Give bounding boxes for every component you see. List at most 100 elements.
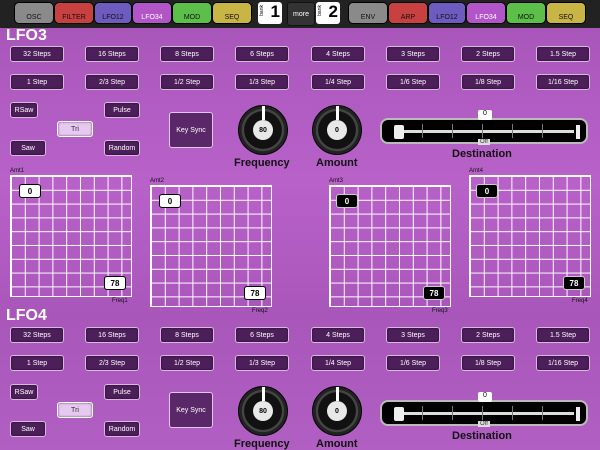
lfo3-wave-rsaw-button[interactable]: RSaw: [10, 102, 38, 118]
xy-pad-2[interactable]: 0 78: [150, 185, 272, 307]
xy-pad-4[interactable]: 0 78: [469, 175, 591, 297]
lfo3-wave-random-button[interactable]: Random: [104, 140, 140, 156]
lfo3-wave-pulse-button[interactable]: Pulse: [104, 102, 140, 118]
button-label: 1/4 Step: [324, 78, 352, 86]
slider-off-label: Off: [478, 139, 490, 145]
lfo3-step-button[interactable]: 2 Steps: [461, 46, 515, 62]
lfo4-step-button[interactable]: 1/6 Step: [386, 355, 440, 371]
lfo3-step-button[interactable]: 4 Steps: [311, 46, 365, 62]
lfo3-step-button[interactable]: 2/3 Step: [85, 74, 139, 90]
lfo3-step-button[interactable]: 1/6 Step: [386, 74, 440, 90]
button-label: 1 Step: [26, 359, 48, 367]
lfo3-frequency-knob[interactable]: 80: [238, 105, 288, 155]
lfo3-wave-saw-button[interactable]: Saw: [10, 140, 46, 156]
lfo4-wave-saw-button[interactable]: Saw: [10, 421, 46, 437]
lfo4-wave-pulse-button[interactable]: Pulse: [104, 384, 140, 400]
lfo3-step-button[interactable]: 1/8 Step: [461, 74, 515, 90]
lfo4-step-button[interactable]: 1.5 Step: [536, 327, 590, 343]
lfo3-step-button[interactable]: 1.5 Step: [536, 46, 590, 62]
lfo4-step-button[interactable]: 4 Steps: [311, 327, 365, 343]
lfo3-frequency-label: Frequency: [234, 157, 290, 169]
slider-thumb[interactable]: [394, 125, 404, 139]
lfo4-destination-slider[interactable]: 0 Off: [380, 392, 588, 427]
tab-label: MOD: [517, 14, 535, 21]
lfo3-step-button[interactable]: 32 Steps: [10, 46, 64, 62]
tab-osc[interactable]: OSC: [14, 2, 54, 24]
button-label: 1/8 Step: [474, 78, 502, 86]
lfo4-step-button[interactable]: 1/16 Step: [536, 355, 590, 371]
slider-track: [394, 130, 574, 133]
lfo4-step-button[interactable]: 1/2 Step: [160, 355, 214, 371]
lfo3-step-button[interactable]: 1 Step: [10, 74, 64, 90]
lfo3-amount-knob[interactable]: 0: [312, 105, 362, 155]
xy-pad-3[interactable]: 0 78: [329, 185, 451, 307]
lfo4-step-button[interactable]: 1 Step: [10, 355, 64, 371]
button-label: 16 Steps: [98, 50, 126, 58]
tab-label: ENV: [360, 14, 376, 21]
lfo3-wave-tri-button[interactable]: Tri: [57, 121, 93, 137]
lfo3-key-sync-button[interactable]: Key Sync: [169, 112, 213, 148]
lfo4-step-button[interactable]: 32 Steps: [10, 327, 64, 343]
lfo3-step-button[interactable]: 1/4 Step: [311, 74, 365, 90]
lfo3-step-button[interactable]: 1/3 Step: [235, 74, 289, 90]
lfo3-step-button[interactable]: 3 Steps: [386, 46, 440, 62]
tab-seq-right[interactable]: SEQ: [546, 2, 586, 24]
lfo4-frequency-label: Frequency: [234, 438, 290, 450]
tab-mod-right[interactable]: MOD: [506, 2, 546, 24]
lfo4-step-button[interactable]: 2 Steps: [461, 327, 515, 343]
tab-label: ARP: [400, 14, 416, 21]
button-label: Key Sync: [176, 126, 206, 134]
lfo4-step-button[interactable]: 3 Steps: [386, 327, 440, 343]
tab-lfo34-right[interactable]: LFO34: [466, 2, 506, 24]
lfo3-title: LFO3: [6, 27, 47, 44]
lfo4-step-button[interactable]: 1/3 Step: [235, 355, 289, 371]
more-button[interactable]: more: [287, 2, 315, 26]
slider-endcap: [576, 407, 580, 421]
bank-label: bank: [259, 5, 265, 16]
button-label: Random: [108, 425, 136, 433]
tab-lfo12-right[interactable]: LFO12: [428, 2, 466, 24]
lfo4-wave-tri-button[interactable]: Tri: [57, 402, 93, 418]
lfo3-step-button[interactable]: 16 Steps: [85, 46, 139, 62]
grid4-freq-value: 78: [563, 276, 585, 290]
tab-label: LFO34: [141, 14, 163, 21]
lfo3-step-button[interactable]: 8 Steps: [160, 46, 214, 62]
tab-mod[interactable]: MOD: [172, 2, 212, 24]
tab-env[interactable]: ENV: [348, 2, 388, 24]
slider-thumb[interactable]: [394, 407, 404, 421]
lfo4-step-button[interactable]: 2/3 Step: [85, 355, 139, 371]
tab-lfo12[interactable]: LFO12: [94, 2, 132, 24]
lfo3-step-button[interactable]: 1/2 Step: [160, 74, 214, 90]
grid3-amt-label: Amt3: [329, 178, 344, 184]
knob-value: 0: [327, 120, 347, 140]
lfo4-step-button[interactable]: 8 Steps: [160, 327, 214, 343]
lfo4-step-button[interactable]: 16 Steps: [85, 327, 139, 343]
button-label: 1 Step: [26, 78, 48, 86]
tab-filter[interactable]: FILTER: [54, 2, 94, 24]
bank-2-button[interactable]: bank 2: [316, 2, 340, 24]
lfo4-wave-random-button[interactable]: Random: [104, 421, 140, 437]
lfo4-step-button[interactable]: 6 Steps: [235, 327, 289, 343]
lfo4-frequency-knob[interactable]: 80: [238, 386, 288, 436]
button-label: Key Sync: [176, 406, 206, 414]
tab-lfo34[interactable]: LFO34: [132, 2, 172, 24]
lfo4-amount-knob[interactable]: 0: [312, 386, 362, 436]
lfo3-destination-slider[interactable]: 0 Off: [380, 110, 588, 145]
lfo4-wave-rsaw-button[interactable]: RSaw: [10, 384, 38, 400]
lfo4-key-sync-button[interactable]: Key Sync: [169, 392, 213, 428]
lfo3-step-button[interactable]: 6 Steps: [235, 46, 289, 62]
knob-indicator: [336, 106, 339, 120]
button-label: 3 Steps: [401, 50, 425, 58]
bank-1-button[interactable]: bank 1: [258, 2, 282, 24]
slider-mark: [452, 406, 453, 420]
slider-mark: [512, 406, 513, 420]
button-label: Saw: [21, 425, 35, 433]
tab-seq[interactable]: SEQ: [212, 2, 252, 24]
lfo4-step-button[interactable]: 1/4 Step: [311, 355, 365, 371]
knob-value: 80: [253, 120, 273, 140]
lfo3-step-button[interactable]: 1/16 Step: [536, 74, 590, 90]
xy-pad-1[interactable]: 0 78: [10, 175, 132, 297]
lfo4-step-button[interactable]: 1/8 Step: [461, 355, 515, 371]
button-label: 1/8 Step: [474, 359, 502, 367]
tab-arp[interactable]: ARP: [388, 2, 428, 24]
